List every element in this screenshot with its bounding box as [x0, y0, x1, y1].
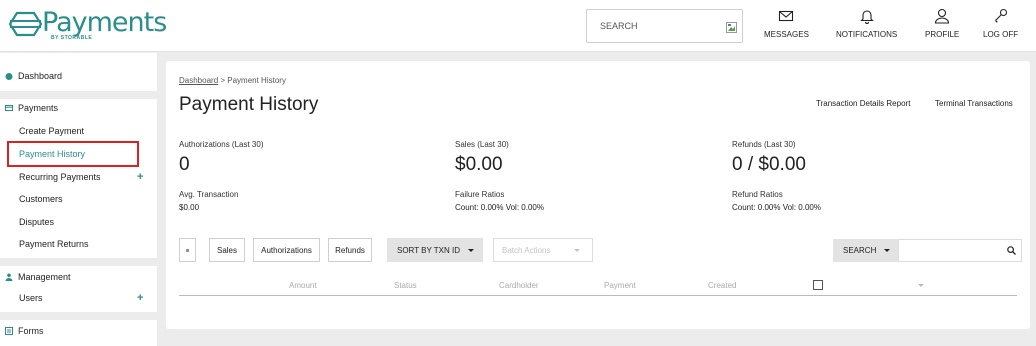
brand-name: Payments [42, 7, 167, 38]
page-title: Payment History [179, 94, 319, 115]
profile-button[interactable]: PROFILE [925, 8, 959, 44]
chevron-down-icon [574, 248, 581, 252]
sidebar-item-users[interactable]: Users [19, 292, 43, 304]
select-all-checkbox[interactable] [813, 280, 823, 290]
search-field-label: SEARCH [843, 246, 877, 255]
person-icon [5, 273, 13, 281]
dashboard-icon [5, 73, 13, 80]
credit-card-icon [5, 105, 13, 111]
add-recurring-payment-button[interactable]: + [137, 171, 143, 183]
messages-label: MESSAGES [764, 30, 809, 39]
search-icon[interactable] [1007, 246, 1016, 255]
breadcrumb-separator: > [218, 76, 228, 85]
stat-label: Sales (Last 30) [455, 140, 509, 149]
form-icon [5, 327, 13, 335]
key-icon [994, 8, 1007, 23]
main-card: Dashboard > Payment History Payment Hist… [166, 61, 1030, 329]
highlight-box [7, 141, 139, 167]
stat-label: Refunds (Last 30) [732, 140, 796, 149]
payments-logo-icon [9, 11, 42, 37]
sidebar-section-payments[interactable]: Payments [0, 97, 157, 119]
chevron-down-icon [467, 248, 474, 252]
column-header-payment[interactable]: Payment [604, 281, 636, 290]
sidebar-item-create-payment[interactable]: Create Payment [19, 125, 84, 137]
chevron-down-icon[interactable] [918, 284, 924, 287]
top-bar: Payments BY STORABLE MESSAGES NOTIFICATI… [0, 0, 1036, 52]
list-icon [186, 248, 189, 252]
stat-value: $0.00 [455, 154, 503, 175]
list-view-button[interactable] [179, 238, 196, 262]
table-search-input[interactable] [899, 240, 999, 261]
header-search-input[interactable] [587, 10, 717, 42]
substat-label: Failure Ratios [455, 190, 505, 199]
sidebar-item-disputes[interactable]: Disputes [19, 216, 54, 228]
stat-value: 0 / $0.00 [732, 154, 806, 175]
column-header-amount[interactable]: Amount [289, 281, 317, 290]
batch-actions-dropdown[interactable]: Batch Actions [493, 238, 593, 262]
sidebar-item-payment-returns[interactable]: Payment Returns [19, 238, 89, 250]
filter-sales-button[interactable]: Sales [209, 238, 245, 262]
column-header-cardholder[interactable]: Cardholder [499, 281, 539, 290]
batch-actions-label: Batch Actions [502, 245, 551, 255]
notifications-button[interactable]: NOTIFICATIONS [836, 8, 897, 44]
logo[interactable]: Payments BY STORABLE [9, 7, 167, 44]
table-search [898, 239, 1022, 262]
add-user-button[interactable]: + [137, 292, 143, 304]
substat-value: $0.00 [179, 203, 200, 212]
filter-authorizations-button[interactable]: Authorizations [253, 238, 320, 262]
bell-icon [859, 10, 874, 24]
column-header-created[interactable]: Created [708, 281, 736, 290]
brand-sub: BY STORABLE [51, 35, 93, 41]
broken-image-icon[interactable] [726, 22, 737, 33]
sidebar-item-dashboard[interactable]: Dashboard [0, 65, 157, 87]
table-header-divider [179, 295, 1017, 296]
sort-by-label: SORT BY TXN ID [397, 245, 460, 255]
messages-button[interactable]: MESSAGES [764, 8, 809, 44]
sidebar-section-management[interactable]: Management [0, 266, 157, 288]
profile-label: PROFILE [925, 30, 960, 39]
sidebar-divider [0, 258, 157, 266]
breadcrumb-current: Payment History [227, 76, 286, 85]
sidebar-item-label: Dashboard [18, 71, 63, 81]
sidebar-divider [0, 312, 157, 320]
substat-value: Count: 0.00% Vol: 0.00% [455, 203, 544, 212]
sidebar-section-label: Payments [18, 103, 59, 113]
substat-label: Refund Ratios [732, 190, 783, 199]
sidebar: Dashboard Payments Create Payment Paymen… [0, 53, 157, 346]
stat-value: 0 [179, 154, 190, 175]
breadcrumb-dashboard-link[interactable]: Dashboard [179, 76, 218, 85]
sidebar-item-recurring-payments[interactable]: Recurring Payments [19, 171, 101, 183]
chevron-down-icon [884, 249, 891, 252]
breadcrumb: Dashboard > Payment History [179, 76, 286, 85]
sidebar-section-label: Forms [18, 326, 44, 336]
sidebar-section-forms[interactable]: Forms [0, 320, 157, 342]
header-search [586, 9, 743, 43]
column-header-status[interactable]: Status [394, 281, 417, 290]
sidebar-section-label: Management [18, 272, 71, 282]
filter-refunds-button[interactable]: Refunds [328, 238, 372, 262]
log-off-button[interactable]: LOG OFF [983, 8, 1018, 44]
terminal-transactions-link[interactable]: Terminal Transactions [935, 99, 1013, 108]
notifications-label: NOTIFICATIONS [836, 30, 898, 39]
user-icon [935, 8, 950, 24]
transaction-details-report-link[interactable]: Transaction Details Report [816, 99, 910, 108]
search-field-dropdown[interactable]: SEARCH [833, 239, 898, 262]
sidebar-item-customers[interactable]: Customers [19, 193, 63, 205]
substat-value: Count: 0.00% Vol: 0.00% [732, 203, 821, 212]
stat-label: Authorizations (Last 30) [179, 140, 264, 149]
sort-by-dropdown[interactable]: SORT BY TXN ID [387, 238, 483, 262]
substat-label: Avg. Transaction [179, 190, 239, 199]
log-off-label: LOG OFF [983, 30, 1019, 39]
envelope-icon [779, 10, 794, 22]
